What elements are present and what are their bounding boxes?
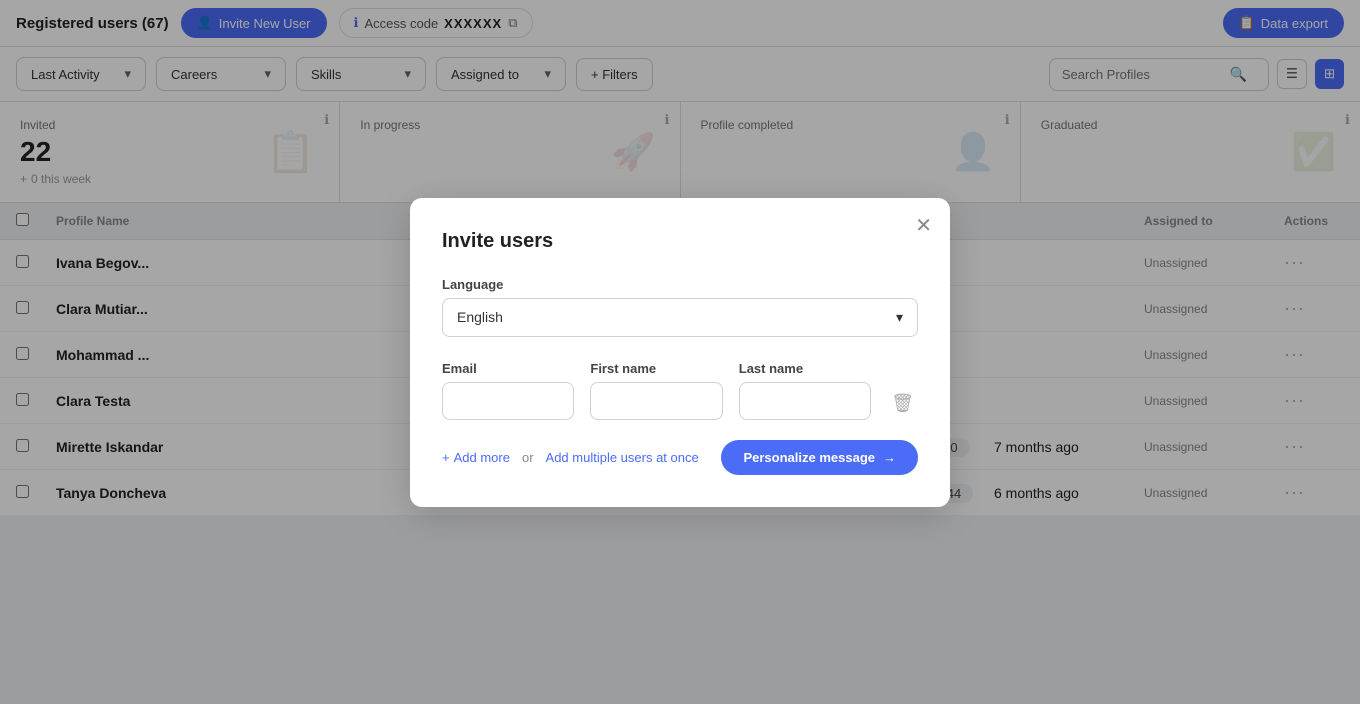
last-name-field: Last name <box>739 361 871 420</box>
last-name-label: Last name <box>739 361 871 376</box>
arrow-right-icon: → <box>883 450 896 465</box>
first-name-input[interactable] <box>590 382 722 420</box>
first-name-field: First name <box>590 361 722 420</box>
add-multiple-link[interactable]: Add multiple users at once <box>546 450 699 465</box>
language-select[interactable]: English ▾ <box>442 298 918 337</box>
invite-users-modal: ✕ Invite users Language English ▾ Email … <box>410 198 950 507</box>
plus-icon: + <box>442 450 450 465</box>
modal-overlay[interactable]: ✕ Invite users Language English ▾ Email … <box>0 0 1360 704</box>
language-value: English <box>457 309 503 325</box>
delete-row-button[interactable]: 🗑 <box>887 389 918 418</box>
language-label: Language <box>442 277 918 292</box>
email-label: Email <box>442 361 574 376</box>
modal-close-button[interactable]: ✕ <box>915 216 932 236</box>
last-name-input[interactable] <box>739 382 871 420</box>
personalize-message-button[interactable]: Personalize message → <box>721 440 918 475</box>
email-input[interactable] <box>442 382 574 420</box>
modal-actions: + Add more or Add multiple users at once… <box>442 440 918 475</box>
modal-title: Invite users <box>442 230 918 253</box>
email-field: Email <box>442 361 574 420</box>
user-fields-row: Email First name Last name 🗑 <box>442 361 918 420</box>
first-name-label: First name <box>590 361 722 376</box>
chevron-down-icon: ▾ <box>896 309 903 326</box>
or-text: or <box>522 450 534 465</box>
add-more-link[interactable]: + Add more <box>442 450 510 465</box>
